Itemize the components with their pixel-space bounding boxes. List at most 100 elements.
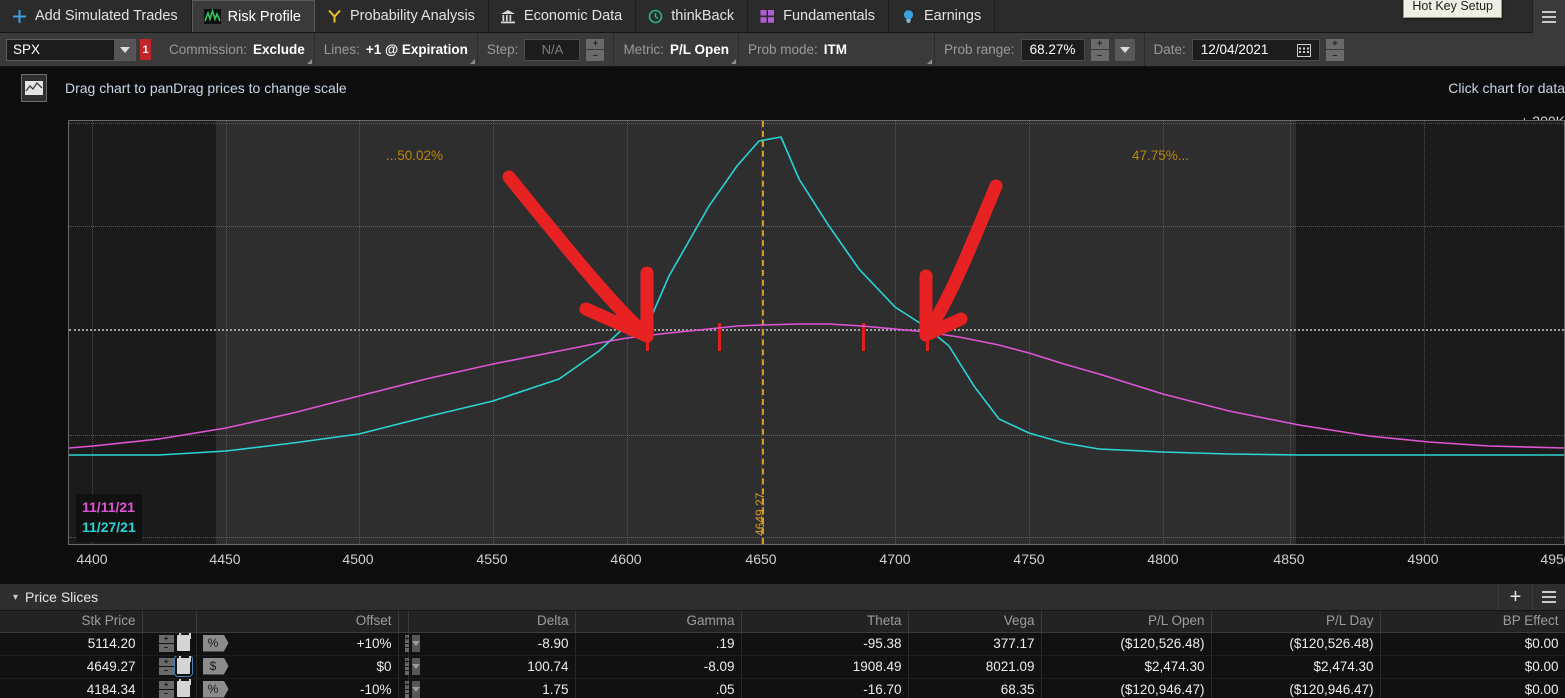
- stepper-down-icon[interactable]: –: [158, 643, 174, 652]
- cell-stk-price[interactable]: 5114.20: [0, 632, 143, 656]
- col-stk-ctrl: [142, 611, 197, 633]
- col-pl-day[interactable]: P/L Day: [1211, 611, 1381, 633]
- col-offset[interactable]: Offset: [252, 611, 399, 633]
- lock-icon[interactable]: [173, 655, 193, 677]
- cell-offset[interactable]: -10%: [252, 678, 399, 698]
- stepper-up-icon[interactable]: +: [586, 38, 605, 49]
- prob-range-input[interactable]: 68.27%: [1020, 38, 1085, 61]
- cell-delta: -8.90: [408, 632, 576, 656]
- stepper-down-icon[interactable]: –: [158, 666, 174, 675]
- stepper-up-icon[interactable]: +: [1090, 38, 1109, 49]
- col-bp-effect[interactable]: BP Effect: [1380, 611, 1565, 633]
- stepper-up-icon[interactable]: +: [158, 634, 174, 643]
- unit-toggle[interactable]: %: [202, 634, 229, 652]
- stepper-up-icon[interactable]: +: [404, 680, 410, 689]
- tab-fundamentals[interactable]: Fundamentals: [748, 0, 890, 32]
- stepper-down-icon[interactable]: –: [404, 643, 410, 652]
- tab-add-simulated-trades[interactable]: Add Simulated Trades: [0, 0, 192, 32]
- chevron-down-icon[interactable]: [114, 39, 135, 60]
- col-pl-open[interactable]: P/L Open: [1041, 611, 1212, 633]
- lock-icon[interactable]: [176, 632, 191, 651]
- cell-unit: %: [196, 678, 252, 698]
- col-vega[interactable]: Vega: [908, 611, 1042, 633]
- tab-thinkback[interactable]: thinkBack: [636, 0, 749, 32]
- tab-earnings[interactable]: Earnings: [889, 0, 996, 32]
- calendar-icon[interactable]: [1296, 43, 1311, 57]
- chart-header: Drag chart to panDrag prices to change s…: [0, 67, 1565, 108]
- unit-toggle[interactable]: %: [202, 680, 229, 698]
- step-input[interactable]: N/A: [524, 38, 581, 61]
- table-row[interactable]: 4649.27 + – $ $0 + – 100.74 -8.09 1908.4…: [0, 655, 1565, 679]
- col-delta[interactable]: Delta: [408, 611, 576, 633]
- cell-vega: 377.17: [908, 632, 1042, 656]
- stk-price-stepper[interactable]: + –: [158, 680, 174, 698]
- offset-stepper[interactable]: + –: [404, 634, 410, 652]
- unit-toggle[interactable]: $: [202, 657, 229, 675]
- prob-range-group: Prob range: 68.27% + –: [935, 33, 1145, 66]
- prob-mode-group[interactable]: Prob mode: ITM: [739, 33, 935, 66]
- metric-value: P/L Open: [669, 42, 729, 57]
- cell-gamma: .19: [575, 632, 742, 656]
- date-input[interactable]: 12/04/2021: [1191, 38, 1320, 61]
- tab-risk-profile[interactable]: Risk Profile: [191, 0, 315, 32]
- panel-menu-button-top[interactable]: [1532, 0, 1565, 33]
- stepper-down-icon[interactable]: –: [1325, 50, 1344, 61]
- col-gamma[interactable]: Gamma: [575, 611, 742, 633]
- stepper-down-icon[interactable]: –: [158, 689, 174, 698]
- tab-probability-analysis[interactable]: Probability Analysis: [315, 0, 489, 32]
- cell-vega: 8021.09: [908, 655, 1042, 679]
- x-tick-label: 4550: [476, 551, 508, 567]
- prob-range-dropdown[interactable]: [1114, 38, 1135, 61]
- step-group: Step: N/A + –: [478, 33, 615, 66]
- offset-dropdown[interactable]: [412, 657, 421, 675]
- lock-icon[interactable]: [176, 678, 191, 697]
- prob-range-stepper[interactable]: + –: [1090, 38, 1109, 61]
- chevron-down-icon[interactable]: ▾: [13, 592, 18, 603]
- date-stepper[interactable]: + –: [1325, 38, 1344, 61]
- stepper-down-icon[interactable]: –: [1090, 50, 1109, 61]
- metric-group[interactable]: Metric: P/L Open: [614, 33, 739, 66]
- commission-group[interactable]: Commission: Exclude: [160, 33, 315, 66]
- tab-economic-data[interactable]: Economic Data: [489, 0, 637, 32]
- step-stepper[interactable]: + –: [586, 38, 605, 61]
- tab-label: thinkBack: [671, 8, 735, 24]
- table-row[interactable]: 5114.20 + – % +10% + – -8.90 .19 -95.38 …: [0, 632, 1565, 656]
- symbol-group: SPX 1: [0, 33, 160, 66]
- stepper-up-icon[interactable]: +: [158, 680, 174, 689]
- price-slices-menu-button[interactable]: [1532, 584, 1565, 610]
- offset-stepper[interactable]: + –: [404, 680, 410, 698]
- lines-group[interactable]: Lines: +1 @ Expiration: [315, 33, 478, 66]
- stepper-down-icon[interactable]: –: [404, 666, 410, 675]
- offset-dropdown[interactable]: [412, 680, 421, 698]
- cell-offset[interactable]: +10%: [252, 632, 399, 656]
- stepper-down-icon[interactable]: –: [586, 50, 605, 61]
- offset-dropdown[interactable]: [412, 634, 421, 652]
- stepper-up-icon[interactable]: +: [158, 657, 174, 666]
- stepper-up-icon[interactable]: +: [404, 657, 410, 666]
- table-row[interactable]: 4184.34 + – % -10% + – 1.75 .05 -16.70 6…: [0, 678, 1565, 698]
- add-price-slice-button[interactable]: +: [1498, 584, 1532, 610]
- cell-stk-price[interactable]: 4649.27: [0, 655, 143, 679]
- stepper-down-icon[interactable]: –: [404, 689, 410, 698]
- cell-gamma: -8.09: [575, 655, 742, 679]
- chart-type-icon[interactable]: [21, 73, 47, 102]
- tab-label: Economic Data: [523, 8, 623, 24]
- col-theta[interactable]: Theta: [741, 611, 909, 633]
- chart-plot-area[interactable]: ...50.02% 47.75%... 4649.27 11/11/21 11/…: [68, 120, 1565, 545]
- col-stk-price[interactable]: Stk Price: [0, 611, 143, 633]
- risk-profile-chart[interactable]: + 200K + 100K 0 - 100K - 200K 4400 4450 …: [0, 108, 1565, 570]
- cell-stk-price[interactable]: 4184.34: [0, 678, 143, 698]
- position-count-badge[interactable]: 1: [140, 39, 151, 60]
- cell-offset[interactable]: $0: [252, 655, 399, 679]
- metric-label: Metric:: [623, 42, 664, 57]
- stepper-up-icon[interactable]: +: [404, 634, 410, 643]
- offset-stepper[interactable]: + –: [404, 657, 410, 675]
- cell-offset-controls: + –: [398, 678, 421, 698]
- symbol-input[interactable]: SPX: [6, 38, 136, 61]
- x-tick-label: 4700: [879, 551, 911, 567]
- stepper-up-icon[interactable]: +: [1325, 38, 1344, 49]
- resize-corner-icon: [730, 59, 736, 64]
- price-slices-header[interactable]: ▾ Price Slices +: [0, 584, 1565, 611]
- stk-price-stepper[interactable]: + –: [158, 657, 174, 675]
- stk-price-stepper[interactable]: + –: [158, 634, 174, 652]
